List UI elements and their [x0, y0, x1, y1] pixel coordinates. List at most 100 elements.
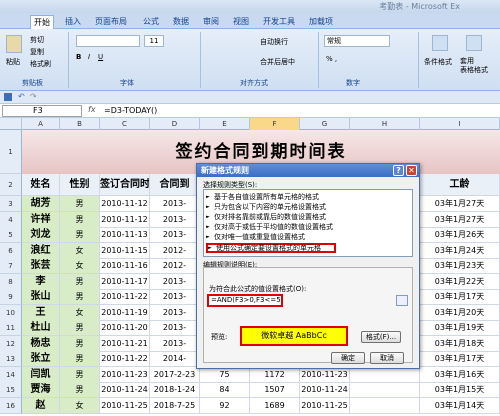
data-cell[interactable]: 2010-11-17 [100, 274, 150, 290]
data-cell[interactable]: 2010-11-23 [100, 367, 150, 383]
data-cell[interactable]: 03年1月17天 [420, 351, 500, 367]
data-cell[interactable]: 2010-11-25 [100, 398, 150, 414]
name-box[interactable]: F3 [2, 105, 82, 117]
data-cell[interactable]: 2013- [150, 336, 200, 352]
wrap-text-button[interactable]: 自动换行 [260, 37, 288, 47]
column-header[interactable]: H [350, 118, 420, 130]
redo-icon[interactable]: ↷ [30, 92, 37, 101]
row-header[interactable]: 10 [0, 305, 22, 321]
data-cell[interactable]: 2013- [150, 320, 200, 336]
column-header[interactable]: A [22, 118, 60, 130]
data-cell[interactable]: 2010-11-12 [100, 196, 150, 212]
rule-type-item[interactable]: 只为包含以下内容的单元格设置格式 [206, 202, 326, 212]
table-format-icon[interactable] [466, 35, 482, 51]
data-cell[interactable]: 03年1月27天 [420, 212, 500, 228]
paste-button[interactable]: 粘贴 [6, 57, 20, 67]
row-header[interactable]: 3 [0, 196, 22, 212]
data-cell[interactable]: 浪红 [22, 243, 60, 259]
data-cell[interactable]: 2010-11-15 [100, 243, 150, 259]
data-cell[interactable]: 2017-2-23 [150, 367, 200, 383]
data-cell[interactable]: 闫凯 [22, 367, 60, 383]
data-cell[interactable]: 张芸 [22, 258, 60, 274]
data-cell[interactable]: 李 [22, 274, 60, 290]
data-cell[interactable]: 贾海 [22, 382, 60, 398]
row-header[interactable]: 2 [0, 174, 22, 196]
data-cell[interactable]: 03年1月26天 [420, 227, 500, 243]
underline-icon[interactable]: U [98, 53, 103, 61]
data-cell[interactable]: 2013- [150, 289, 200, 305]
data-cell[interactable]: 2010-11-22 [100, 289, 150, 305]
tab-data[interactable]: 数据 [170, 15, 192, 29]
data-cell[interactable]: 2013- [150, 274, 200, 290]
column-header[interactable]: D [150, 118, 200, 130]
cut-button[interactable]: 剪切 [30, 35, 44, 45]
currency-icon[interactable]: % , [326, 55, 337, 63]
data-cell[interactable]: 2013- [150, 196, 200, 212]
formula-input[interactable]: =D3-TODAY() [104, 105, 157, 116]
data-cell[interactable]: 赵 [22, 398, 60, 414]
data-cell[interactable]: 2010-11-24 [100, 382, 150, 398]
row-header[interactable]: 7 [0, 258, 22, 274]
data-cell[interactable]: 2013- [150, 227, 200, 243]
ok-button[interactable]: 确定 [331, 352, 365, 364]
column-header[interactable]: E [200, 118, 250, 130]
data-cell[interactable]: 女 [60, 258, 100, 274]
fx-icon[interactable]: fx [88, 105, 96, 114]
data-cell[interactable]: 张立 [22, 351, 60, 367]
data-cell[interactable]: 2010-11-23 [300, 367, 350, 383]
data-cell[interactable] [350, 398, 420, 414]
conditional-format-icon[interactable] [432, 35, 448, 51]
row-header[interactable]: 13 [0, 351, 22, 367]
undo-icon[interactable]: ↶ [18, 92, 25, 101]
data-cell[interactable]: 75 [200, 367, 250, 383]
data-cell[interactable]: 男 [60, 274, 100, 290]
data-cell[interactable]: 男 [60, 212, 100, 228]
column-header[interactable]: C [100, 118, 150, 130]
data-cell[interactable]: 杜山 [22, 320, 60, 336]
tab-review[interactable]: 审阅 [200, 15, 222, 29]
rule-type-item[interactable]: 仅对唯一值或重复值设置格式 [206, 232, 305, 242]
close-button[interactable]: ✕ [406, 165, 417, 176]
data-cell[interactable]: 1172 [250, 367, 300, 383]
data-cell[interactable]: 男 [60, 382, 100, 398]
data-cell[interactable]: 2010-11-22 [100, 351, 150, 367]
font-size-combo[interactable]: 11 [144, 35, 164, 47]
save-icon[interactable] [4, 93, 12, 101]
data-cell[interactable]: 张山 [22, 289, 60, 305]
data-cell[interactable]: 男 [60, 336, 100, 352]
row-header[interactable]: 9 [0, 289, 22, 305]
data-cell[interactable]: 男 [60, 289, 100, 305]
row-header[interactable]: 5 [0, 227, 22, 243]
column-header[interactable]: I [420, 118, 500, 130]
data-cell[interactable]: 2010-11-12 [100, 212, 150, 228]
data-cell[interactable]: 03年1月14天 [420, 398, 500, 414]
copy-button[interactable]: 复制 [30, 47, 44, 57]
data-cell[interactable]: 2010-11-13 [100, 227, 150, 243]
row-header[interactable]: 14 [0, 367, 22, 383]
data-cell[interactable]: 2010-11-19 [100, 305, 150, 321]
data-cell[interactable]: 2012- [150, 258, 200, 274]
row-header[interactable]: 15 [0, 382, 22, 398]
column-header[interactable]: F [250, 118, 300, 130]
data-cell[interactable]: 1507 [250, 382, 300, 398]
bold-icon[interactable]: B [76, 53, 81, 61]
data-cell[interactable]: 2010-11-24 [300, 382, 350, 398]
data-cell[interactable]: 03年1月15天 [420, 382, 500, 398]
italic-icon[interactable]: I [88, 53, 90, 61]
data-cell[interactable]: 女 [60, 243, 100, 259]
conditional-format-button[interactable]: 条件格式 [424, 57, 452, 67]
data-cell[interactable]: 男 [60, 196, 100, 212]
data-cell[interactable]: 男 [60, 320, 100, 336]
format-painter-button[interactable]: 格式刷 [30, 59, 51, 69]
cancel-button[interactable]: 取消 [370, 352, 404, 364]
column-header[interactable]: G [300, 118, 350, 130]
data-cell[interactable] [350, 382, 420, 398]
data-cell[interactable]: 2013- [150, 305, 200, 321]
tab-view[interactable]: 视图 [230, 15, 252, 29]
tab-addins[interactable]: 加载项 [306, 15, 336, 29]
data-cell[interactable]: 03年1月23天 [420, 258, 500, 274]
data-cell[interactable]: 03年1月24天 [420, 243, 500, 259]
data-cell[interactable]: 03年1月19天 [420, 320, 500, 336]
data-cell[interactable]: 杨忠 [22, 336, 60, 352]
column-heading-cell[interactable]: 工龄 [420, 174, 500, 196]
